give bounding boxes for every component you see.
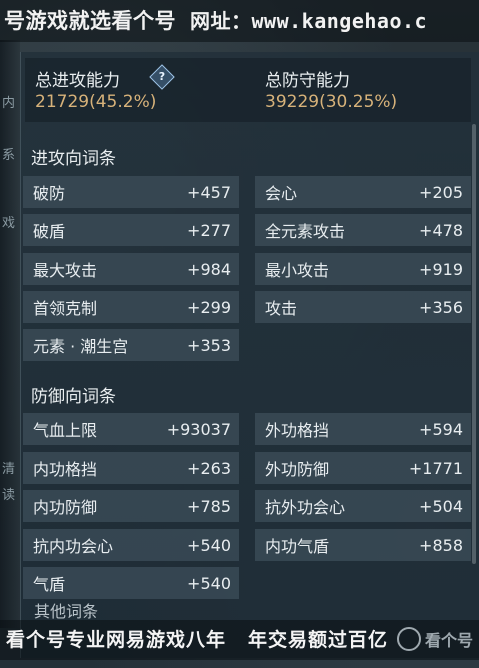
stat-cell: 气血上限 +93037 <box>23 413 239 445</box>
left-side-panel: 内 系 戏 清 读 <box>0 40 20 628</box>
stat-cell: 会心 +205 <box>255 176 471 208</box>
stat-cell: 攻击 +356 <box>255 291 471 323</box>
summary-box: 总进攻能力 ? 21729(45.2%) 总防守能力 39229(30.25%) <box>25 58 471 122</box>
stat-cell: 抗内功会心 +540 <box>23 529 239 561</box>
stat-cell: 内功格挡 +263 <box>23 452 239 484</box>
side-glyph: 清 <box>2 462 16 477</box>
other-section-title: 其他词条 <box>34 602 99 621</box>
stat-cell: 最小攻击 +919 <box>255 253 471 285</box>
stat-cell: 全元素攻击 +478 <box>255 214 471 246</box>
attribute-panel[interactable]: 总进攻能力 ? 21729(45.2%) 总防守能力 39229(30.25%)… <box>20 52 479 658</box>
stat-cell: 外功防御 +1771 <box>255 452 471 484</box>
side-glyph: 系 <box>2 148 16 163</box>
attack-total-label: 总进攻能力 <box>35 71 120 91</box>
watermark-logo: 看个号 <box>396 624 473 654</box>
stat-cell: 元素 · 潮生宫 +353 <box>23 329 239 361</box>
defense-section-title: 防御向词条 <box>31 387 116 407</box>
stat-cell: 破防 +457 <box>23 176 239 208</box>
side-glyph: 读 <box>2 488 16 503</box>
stat-cell: 首领克制 +299 <box>23 291 239 323</box>
logo-circle-icon <box>396 627 421 651</box>
stat-cell: 抗外功会心 +504 <box>255 490 471 522</box>
stat-cell: 破盾 +277 <box>23 214 239 246</box>
attack-total-value: 21729(45.2%) <box>35 92 157 112</box>
stat-cell: 内功防御 +785 <box>23 490 239 522</box>
scrollbar[interactable] <box>472 124 476 564</box>
stat-cell: 最大攻击 +984 <box>23 253 239 285</box>
help-icon[interactable]: ? <box>149 64 175 90</box>
side-glyph: 内 <box>2 96 16 111</box>
defense-total-value: 39229(30.25%) <box>265 92 398 112</box>
stat-cell: 外功格挡 +594 <box>255 413 471 445</box>
stat-cell: 气盾 +540 <box>23 567 239 599</box>
stat-cell: 内功气盾 +858 <box>255 529 471 561</box>
defense-total-label: 总防守能力 <box>265 71 350 91</box>
watermark-banner-top: 号游戏就选看个号 网址：www.kangehao.c <box>0 0 479 42</box>
side-glyph: 戏 <box>2 216 16 231</box>
attack-section-title: 进攻向词条 <box>31 149 116 169</box>
